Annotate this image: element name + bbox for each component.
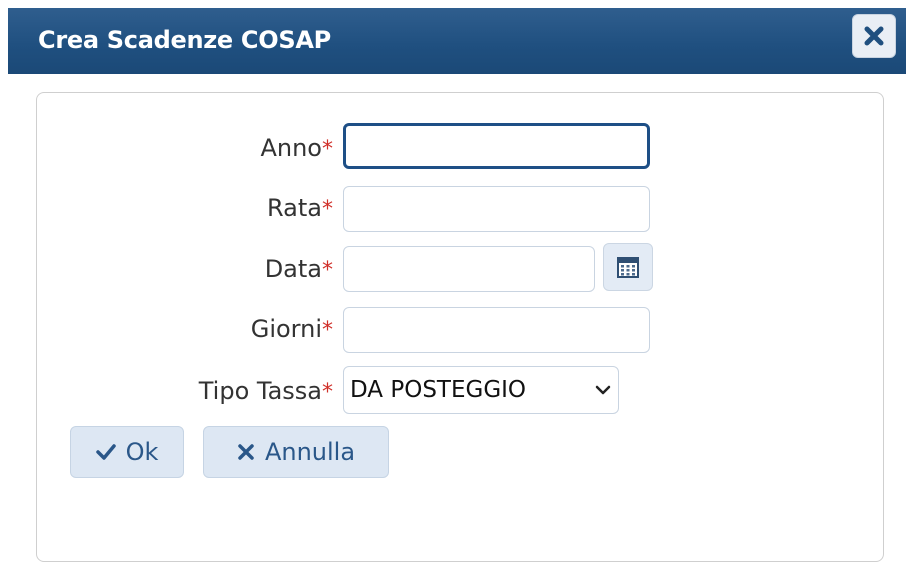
required-marker: * — [322, 197, 333, 222]
annulla-label: Annulla — [264, 438, 356, 466]
rata-input[interactable] — [343, 186, 650, 232]
dialog-titlebar: Crea Scadenze COSAP — [8, 8, 906, 74]
close-button[interactable] — [852, 14, 896, 58]
annulla-button[interactable]: Annulla — [203, 426, 389, 478]
required-marker: * — [322, 318, 333, 343]
date-picker-button[interactable] — [603, 243, 653, 291]
data-label: Data* — [265, 255, 333, 285]
rata-label-text: Rata — [267, 194, 322, 222]
data-label-text: Data — [264, 255, 322, 283]
tipo-tassa-label-text: Tipo Tassa — [198, 377, 322, 405]
tipo-tassa-label: Tipo Tassa* — [199, 377, 333, 407]
close-icon — [864, 26, 884, 46]
chevron-down-icon — [595, 385, 611, 395]
ok-button[interactable]: Ok — [70, 426, 184, 478]
x-icon — [238, 444, 254, 460]
anno-label-text: Anno — [260, 134, 322, 162]
tipo-tassa-select[interactable]: DA POSTEGGIO — [343, 366, 619, 414]
ok-label: Ok — [125, 438, 159, 466]
check-icon — [95, 444, 116, 460]
dialog-title: Crea Scadenze COSAP — [38, 26, 331, 54]
data-input[interactable] — [343, 246, 595, 292]
giorni-input[interactable] — [343, 307, 650, 353]
giorni-label-text: Giorni — [250, 315, 322, 343]
anno-input[interactable] — [343, 123, 650, 169]
required-marker: * — [322, 137, 333, 162]
giorni-label: Giorni* — [251, 315, 333, 345]
required-marker: * — [322, 258, 333, 283]
tipo-tassa-value: DA POSTEGGIO — [350, 377, 527, 403]
calendar-icon — [617, 257, 639, 278]
rata-label: Rata* — [267, 194, 333, 224]
anno-label: Anno* — [260, 134, 333, 164]
required-marker: * — [322, 380, 333, 405]
